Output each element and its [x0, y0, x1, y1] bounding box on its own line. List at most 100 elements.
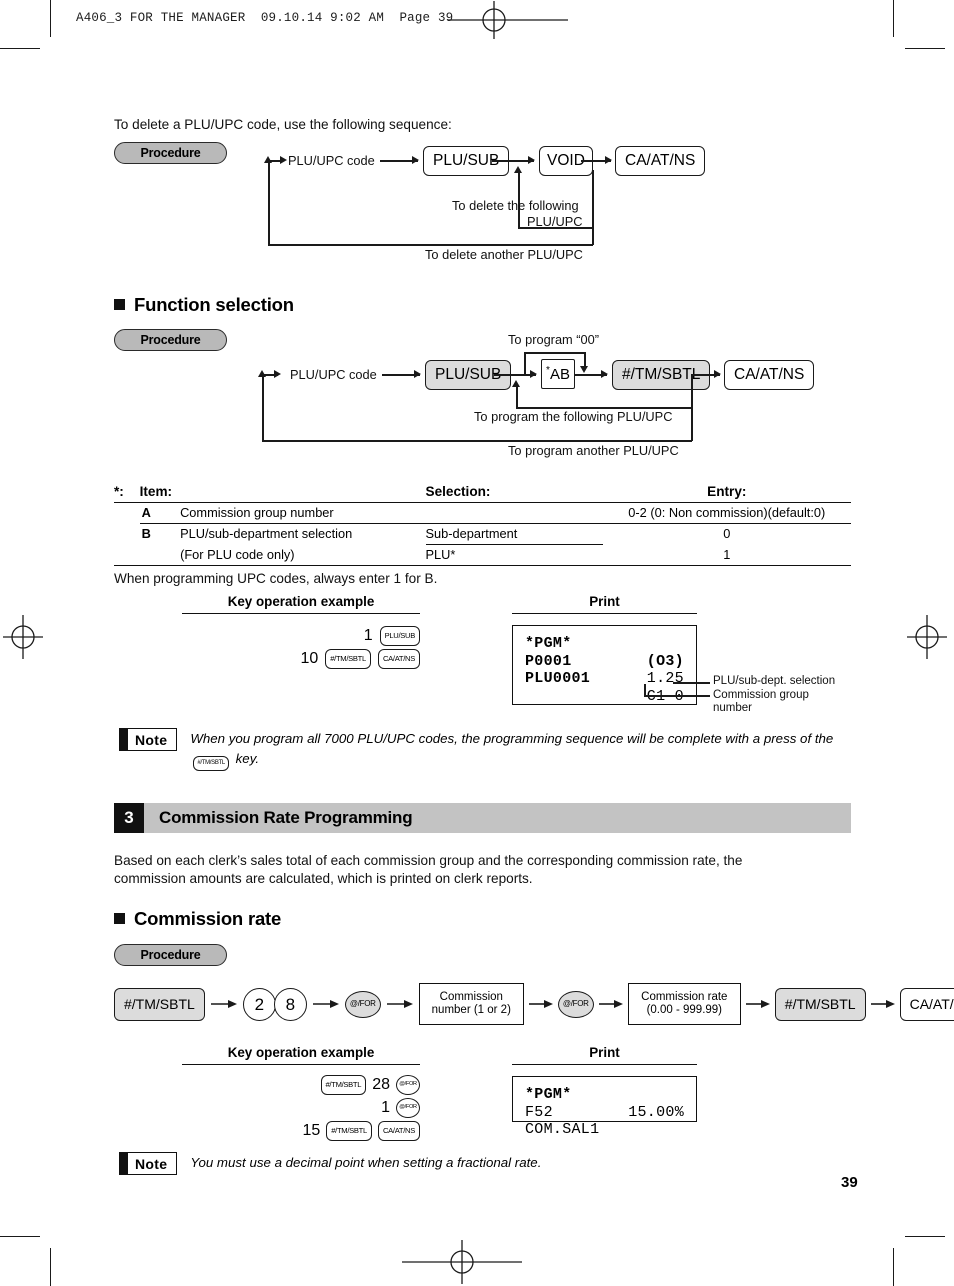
flow-key-2[interactable]: 2: [242, 987, 276, 1021]
registration-mark-right: [903, 615, 947, 659]
spec-row-item: PLU/sub-department selection: [172, 523, 426, 545]
section-number: 3: [114, 803, 144, 833]
key-at-for-example-1[interactable]: @/FOR: [396, 1075, 420, 1095]
example2-key-head: Key operation example: [182, 1045, 420, 1065]
spec-table-row: B PLU/sub-department selection Sub-depar…: [114, 523, 851, 545]
function-selection-heading: Function selection: [114, 294, 294, 316]
callout-commission-group-2: number: [713, 702, 752, 714]
procedure-pill-delete: Procedure: [114, 142, 227, 164]
key-ca-at-ns[interactable]: CA/AT/NS: [615, 146, 706, 176]
example2-print-head: Print: [512, 1045, 697, 1065]
note2-text: You must use a decimal point when settin…: [190, 1155, 542, 1170]
registration-mark-bottom: [402, 1240, 522, 1284]
page-number: 39: [841, 1174, 858, 1191]
flow-key-ca-at-ns[interactable]: CA/AT/NS: [899, 987, 954, 1021]
print-line-left: PLU0001: [525, 670, 591, 687]
example1-print-head: Print: [512, 594, 697, 614]
example2-row-num: 28: [372, 1076, 390, 1093]
key-tm-sbtl-example-3[interactable]: #/TM/SBTL: [326, 1121, 372, 1141]
note1-block: Note When you program all 7000 PLU/UPC c…: [119, 728, 849, 771]
note-badge-2: Note: [119, 1152, 178, 1175]
key-tm-sbtl-example[interactable]: #/TM/SBTL: [325, 649, 371, 669]
example1-row: 10 #/TM/SBTL CA/AT/NS: [300, 649, 420, 669]
note1-text: When you program all 7000 PLU/UPC codes,…: [190, 728, 845, 771]
note-bar-icon-2: [120, 1152, 128, 1175]
bullet-square-icon-2: [114, 913, 125, 924]
example2-row: 1 @/FOR: [381, 1098, 420, 1118]
key-ca-at-ns-2[interactable]: CA/AT/NS: [724, 360, 815, 390]
delete-loop-inner-label-2: PLU/UPC: [527, 214, 583, 229]
note1-text-after: key.: [235, 751, 260, 766]
procedure-pill-commission: Procedure: [114, 944, 227, 966]
crop-mark-bottom-left-v: [50, 1248, 52, 1286]
print-line: PLU0001 1.25: [525, 670, 684, 688]
registration-mark-top: [448, 1, 568, 39]
print-line-left: P0001: [525, 652, 572, 670]
flow-arrow-icon: [870, 999, 895, 1009]
delete-loop-outer-label: To delete another PLU/UPC: [425, 247, 583, 262]
crop-mark-bottom-right-v: [893, 1248, 895, 1286]
spec-row-item: (For PLU code only): [180, 546, 295, 562]
commission-description-line2: commission amounts are calculated, which…: [114, 871, 533, 886]
flow-key-tm-sbtl-2[interactable]: #/TM/SBTL: [774, 987, 866, 1021]
flow-arrow-icon: [528, 999, 553, 1009]
function-loop-outer-label: To program another PLU/UPC: [508, 443, 679, 458]
crop-mark-bottom-left-h: [0, 1236, 40, 1238]
flow-arrow-icon: [312, 999, 339, 1009]
spec-table-header-row: *: Item: Selection: Entry:: [114, 484, 851, 503]
spec-header-entry: Entry:: [707, 484, 747, 499]
key-ca-at-ns-example[interactable]: CA/AT/NS: [377, 649, 420, 669]
bullet-square-icon: [114, 299, 125, 310]
example2-print-box: *PGM* F52 COM.SAL1 15.00%: [512, 1076, 697, 1138]
function-flow-input-label: PLU/UPC code: [290, 367, 377, 382]
example1-key-column: Key operation example 1 PLU/SUB 10 #/TM/…: [182, 594, 420, 669]
spec-table: *: Item: Selection: Entry: A Commission …: [114, 484, 851, 565]
flow-key-8[interactable]: 8: [273, 987, 307, 1021]
key-at-for-example-2[interactable]: @/FOR: [396, 1098, 420, 1118]
crop-mark-top-left-h: [0, 48, 40, 50]
commission-description-line1: Based on each clerk’s sales total of eac…: [114, 853, 743, 868]
flow-key-at-for-1[interactable]: @/FOR: [344, 990, 381, 1018]
print-title: *PGM*: [525, 635, 572, 652]
example2-row-value: 15: [302, 1122, 321, 1139]
spec-row-selection: [425, 502, 603, 524]
flow-box-commission-number: Commission number (1 or 2): [418, 983, 524, 1025]
spec-row-selection: PLU*: [425, 544, 603, 565]
spec-row-selection: Sub-department: [425, 523, 603, 545]
flow-key-tm-sbtl-1[interactable]: #/TM/SBTL: [114, 987, 205, 1021]
example2-row-num: 1: [381, 1099, 390, 1116]
example1-print-column: Print *PGM* P0001 (O3) PLU0001 1.25 C1 0: [512, 594, 697, 705]
note2-block: Note You must use a decimal point when s…: [119, 1152, 849, 1175]
note-bar-icon: [120, 728, 128, 751]
print-line-right: (O3): [646, 652, 684, 670]
spec-header-item: Item:: [139, 484, 173, 499]
key-ab-entry[interactable]: *AB: [541, 359, 575, 389]
print-title-2: *PGM*: [525, 1086, 572, 1103]
key-plu-sub-example[interactable]: PLU/SUB: [379, 626, 420, 646]
print-line: F52 COM.SAL1 15.00%: [525, 1104, 684, 1139]
note-badge-label-2: Note: [135, 1155, 168, 1172]
flow-box-commission-rate: Commission rate (0.00 - 999.99): [627, 983, 741, 1025]
crop-mark-top-right-h: [905, 48, 945, 50]
spec-table-footnote: When programming UPC codes, always enter…: [114, 571, 438, 586]
flow-box-line1: Commission rate: [641, 990, 728, 1003]
print-line-right: 1.25: [646, 670, 684, 687]
flow-arrow-icon: [598, 999, 623, 1009]
flow-arrow-icon: [745, 999, 770, 1009]
spec-star: *:: [114, 484, 124, 499]
callout-plu-sub-dept: PLU/sub-dept. selection: [713, 675, 836, 687]
callout-commission-group-1: Commission group: [713, 689, 809, 701]
example2-row: #/TM/SBTL 28 @/FOR: [320, 1075, 420, 1095]
flow-key-at-for-2[interactable]: @/FOR: [557, 990, 594, 1018]
function-top-loop-label: To program “00”: [508, 332, 600, 347]
commission-rate-flow-diagram: #/TM/SBTL 2 8 @/FOR Commission number (1…: [114, 983, 954, 1025]
flow-box-line2: number (1 or 2): [431, 1004, 511, 1016]
procedure-pill-label: Procedure: [140, 146, 201, 160]
key-tm-sbtl-note[interactable]: #/TM/SBTL: [193, 755, 229, 771]
crop-mark-top-right-v: [893, 0, 895, 37]
key-ca-at-ns-example-2[interactable]: CA/AT/NS: [377, 1121, 420, 1141]
example1-print-box: *PGM* P0001 (O3) PLU0001 1.25 C1 0: [512, 625, 697, 705]
example2-key-column: Key operation example #/TM/SBTL 28 @/FOR…: [182, 1045, 420, 1141]
spec-header-selection: Selection:: [425, 484, 491, 499]
key-tm-sbtl-example-2[interactable]: #/TM/SBTL: [320, 1075, 367, 1095]
